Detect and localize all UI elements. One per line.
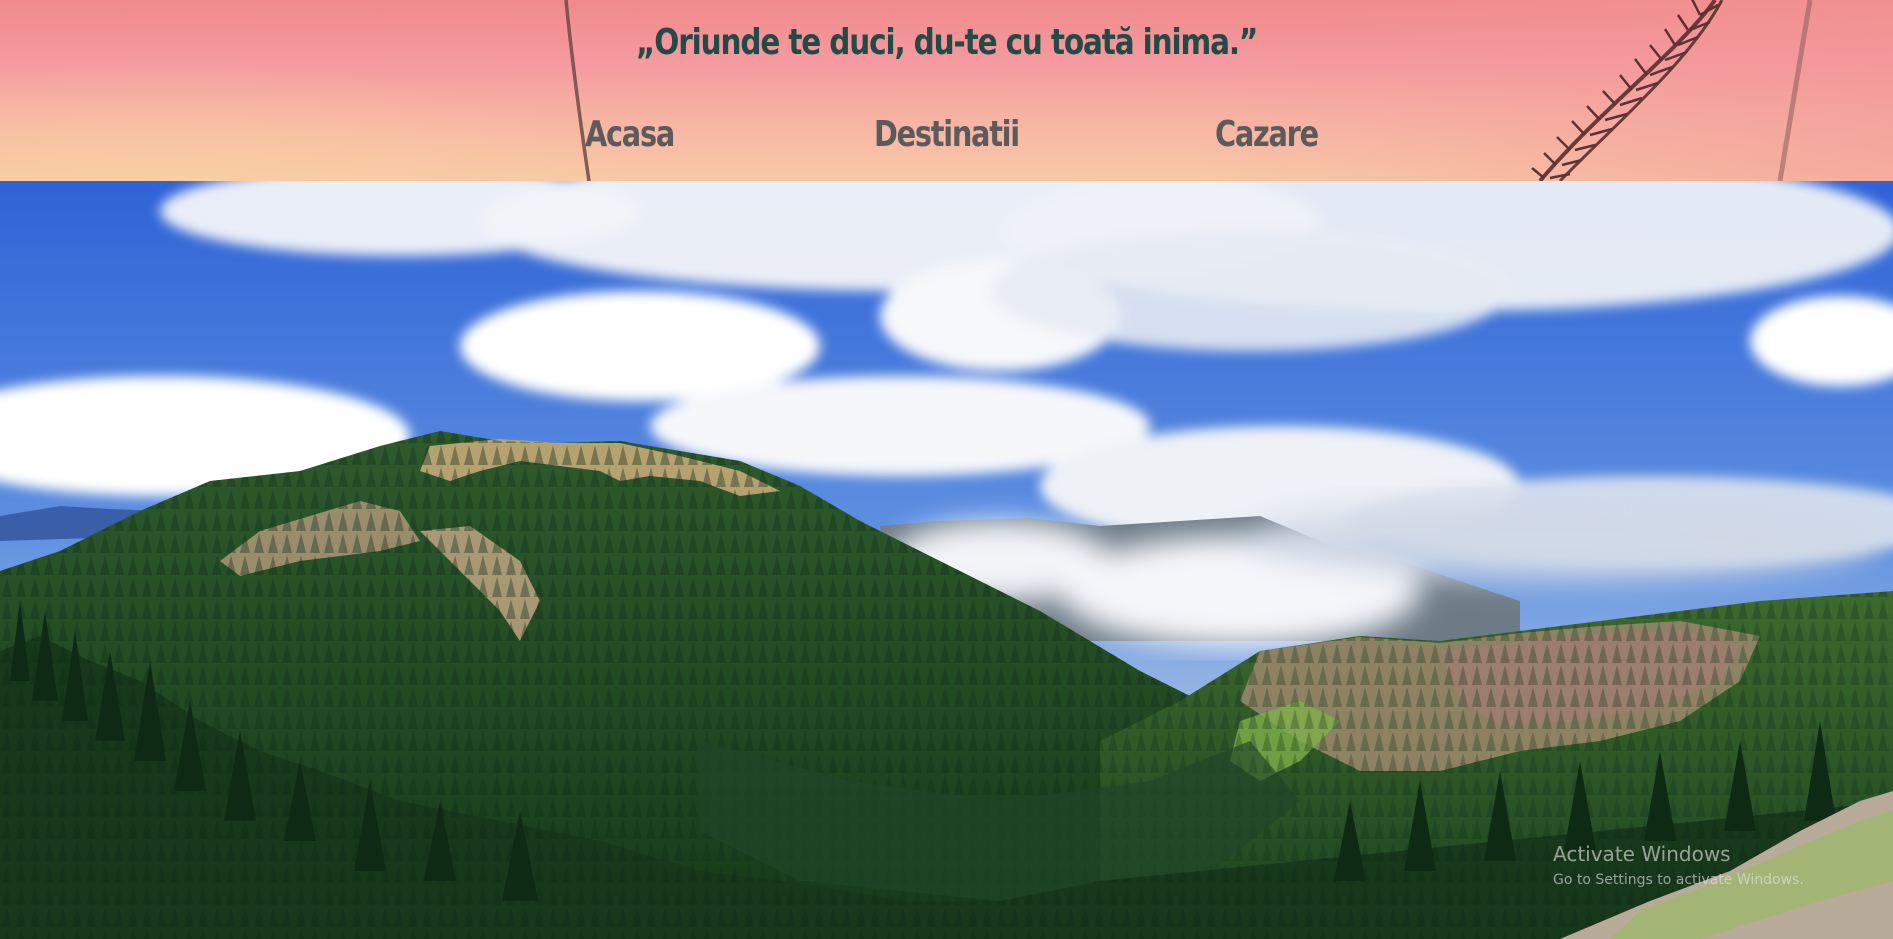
nav-link-destinatii[interactable]: Destinatii (874, 114, 1020, 155)
hero-landscape-image (0, 181, 1893, 939)
page-quote-title: „Oriunde te duci, du-te cu toată inima.” (636, 22, 1258, 63)
mountain-landscape-illustration (0, 181, 1893, 939)
main-nav: Acasa Destinatii Cazare (0, 114, 1893, 164)
nav-link-cazare[interactable]: Cazare (1215, 114, 1319, 155)
nav-link-acasa[interactable]: Acasa (585, 114, 675, 155)
page: „Oriunde te duci, du-te cu toată inima.”… (0, 0, 1893, 939)
header-banner: „Oriunde te duci, du-te cu toată inima.”… (0, 0, 1893, 181)
